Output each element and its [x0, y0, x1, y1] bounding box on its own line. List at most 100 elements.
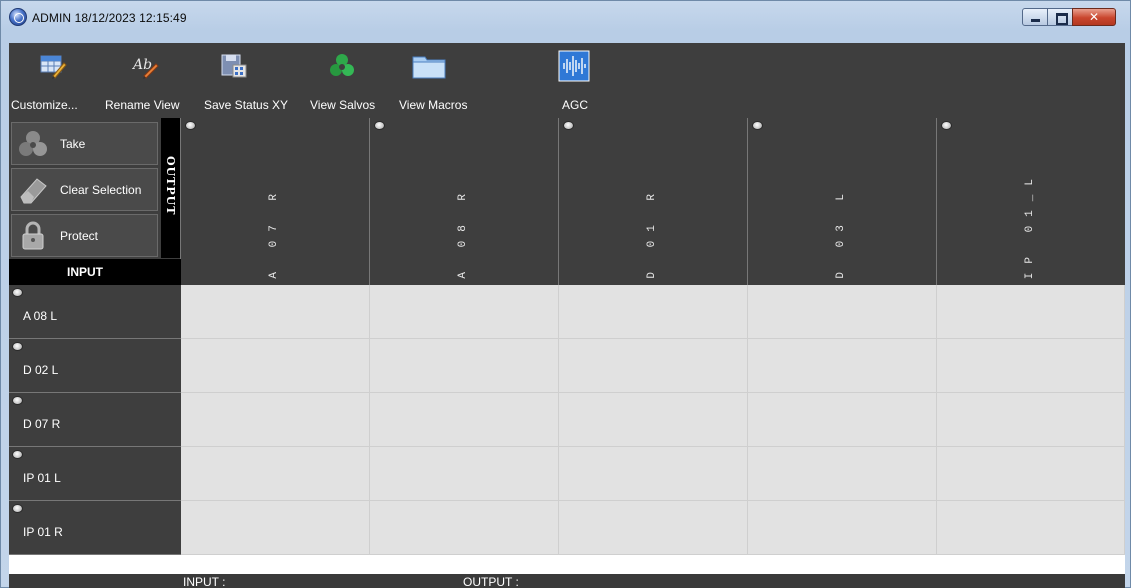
minimize-button[interactable] — [1022, 8, 1048, 26]
crosspoint-cell[interactable] — [559, 339, 748, 393]
output-column-header[interactable]: D 01 R — [559, 118, 748, 285]
status-led — [563, 121, 574, 130]
status-input-label: INPUT : — [183, 575, 226, 588]
input-row-header[interactable]: D 02 L — [9, 339, 181, 393]
app-globe-icon — [9, 8, 27, 26]
status-led — [12, 288, 23, 297]
status-led — [12, 504, 23, 513]
status-led — [185, 121, 196, 130]
crosspoint-cell[interactable] — [937, 447, 1125, 501]
crosspoint-cell[interactable] — [559, 501, 748, 555]
window-title: ADMIN 18/12/2023 12:15:49 — [32, 11, 187, 25]
view-salvos-button[interactable]: View Salvos — [310, 43, 382, 118]
crosspoint-cell[interactable] — [937, 501, 1125, 555]
crosspoint-cell[interactable] — [370, 393, 559, 447]
save-status-xy-button[interactable]: Save Status XY — [204, 43, 300, 118]
application-window: ADMIN 18/12/2023 12:15:49 Customize... — [0, 0, 1131, 588]
clear-selection-label: Clear Selection — [60, 183, 142, 197]
customize-grid-icon — [40, 55, 67, 79]
crosspoint-cell[interactable] — [748, 285, 937, 339]
clear-selection-button[interactable]: Clear Selection — [11, 168, 158, 211]
output-column-header[interactable]: A 08 R — [370, 118, 559, 285]
salvos-recycle-icon — [330, 54, 354, 76]
lock-icon — [22, 221, 44, 250]
status-led — [12, 342, 23, 351]
take-button[interactable]: Take — [11, 122, 158, 165]
crosspoint-cell[interactable] — [748, 339, 937, 393]
input-axis-text: INPUT — [67, 265, 103, 279]
output-column-header[interactable]: IP 01_L — [937, 118, 1125, 285]
take-icon — [19, 131, 47, 156]
rename-ab-icon: Ab — [132, 57, 159, 79]
output-name: IP 01_L — [1024, 169, 1036, 279]
crosspoint-cell[interactable] — [748, 501, 937, 555]
crosspoint-cell[interactable] — [370, 447, 559, 501]
toolbar: Customize... Ab Rename View Save Status … — [9, 43, 1125, 118]
input-name: IP 01 L — [23, 471, 61, 485]
status-led — [941, 121, 952, 130]
title-bar[interactable]: ADMIN 18/12/2023 12:15:49 — [1, 1, 1130, 35]
waveform-agc-icon — [558, 50, 590, 82]
status-led — [752, 121, 763, 130]
output-axis-label: OUTPUT — [161, 118, 180, 258]
crosspoint-cell[interactable] — [748, 447, 937, 501]
input-name: D 07 R — [23, 417, 61, 431]
protect-label: Protect — [60, 229, 99, 243]
floppy-save-icon — [221, 54, 247, 78]
crosspoint-cell[interactable] — [937, 285, 1125, 339]
output-column-header[interactable]: D 03 L — [748, 118, 937, 285]
input-row-header[interactable]: IP 01 R — [9, 501, 181, 555]
crosspoint-cell[interactable] — [370, 501, 559, 555]
status-led — [12, 450, 23, 459]
crosspoint-cell[interactable] — [748, 393, 937, 447]
crosspoint-cell[interactable] — [559, 393, 748, 447]
view-macros-label: View Macros — [399, 98, 468, 112]
input-row-header[interactable]: D 07 R — [9, 393, 181, 447]
status-output-label: OUTPUT : — [463, 575, 519, 588]
save-status-xy-label: Save Status XY — [204, 98, 289, 112]
protect-button[interactable]: Protect — [11, 214, 158, 257]
rename-view-label: Rename View — [105, 98, 180, 112]
crosspoint-cell[interactable] — [937, 339, 1125, 393]
folder-macros-icon — [412, 56, 446, 79]
agc-label: AGC — [562, 98, 589, 112]
customize-label: Customize... — [11, 98, 78, 112]
crosspoint-cell[interactable] — [181, 339, 370, 393]
eraser-icon — [20, 178, 47, 204]
crosspoint-cell[interactable] — [370, 285, 559, 339]
output-name: D 01 R — [646, 185, 658, 279]
close-button[interactable] — [1072, 8, 1116, 26]
input-name: IP 01 R — [23, 525, 63, 539]
window-controls — [1022, 8, 1116, 26]
customize-button[interactable]: Customize... — [11, 43, 93, 118]
client-area: Customize... Ab Rename View Save Status … — [9, 43, 1125, 588]
maximize-button[interactable] — [1047, 8, 1073, 26]
output-name: A 08 R — [457, 185, 469, 279]
crosspoint-cell[interactable] — [937, 393, 1125, 447]
crosspoint-cell[interactable] — [181, 501, 370, 555]
status-led — [12, 396, 23, 405]
crosspoint-cell[interactable] — [181, 447, 370, 501]
crosspoint-cell[interactable] — [181, 285, 370, 339]
input-name: D 02 L — [23, 363, 59, 377]
input-name: A 08 L — [23, 309, 58, 323]
status-led — [374, 121, 385, 130]
take-label: Take — [60, 137, 86, 151]
input-axis-label: INPUT — [9, 259, 181, 285]
command-panel: Take Clear Selection Protect OUTPUT INPU… — [9, 118, 181, 285]
crosspoint-cell[interactable] — [559, 285, 748, 339]
output-column-header[interactable]: A 07 R — [181, 118, 370, 285]
agc-button[interactable]: AGC — [555, 43, 595, 118]
output-name: D 03 L — [835, 185, 847, 279]
status-bar: INPUT : OUTPUT : — [9, 574, 1125, 588]
crosspoint-cell[interactable] — [181, 393, 370, 447]
output-axis-text: OUTPUT — [164, 156, 177, 216]
input-row-header[interactable]: IP 01 L — [9, 447, 181, 501]
view-salvos-label: View Salvos — [310, 98, 376, 112]
crosspoint-cell[interactable] — [370, 339, 559, 393]
view-macros-button[interactable]: View Macros — [399, 43, 479, 118]
output-name: A 07 R — [268, 185, 280, 279]
rename-view-button[interactable]: Ab Rename View — [105, 43, 191, 118]
crosspoint-cell[interactable] — [559, 447, 748, 501]
input-row-header[interactable]: A 08 L — [9, 285, 181, 339]
